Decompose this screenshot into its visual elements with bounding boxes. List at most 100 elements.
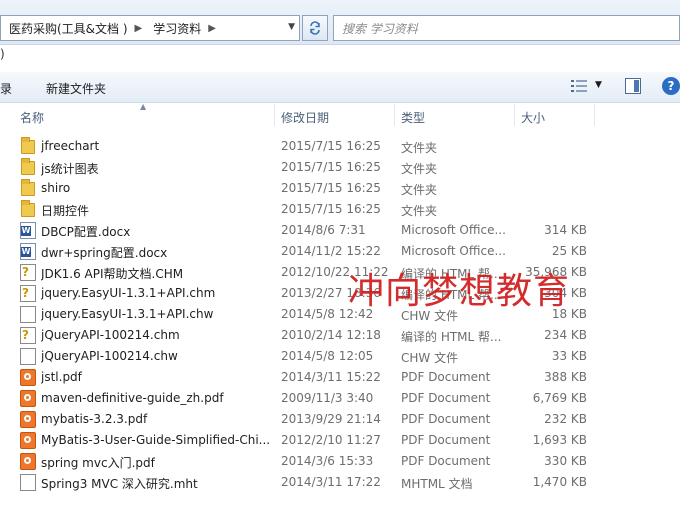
file-row[interactable]: MyBatis-3-User-Guide-Simplified-Chi... 20… xyxy=(0,430,600,451)
file-date: 2015/7/15 16:25 xyxy=(281,181,381,195)
file-date: 2015/7/15 16:25 xyxy=(281,202,381,216)
file-date: 2014/3/11 17:22 xyxy=(281,475,381,489)
blank-file-icon xyxy=(20,474,36,491)
file-name: dwr+spring配置.docx xyxy=(41,246,168,260)
file-row[interactable]: jQueryAPI-100214.chm 2010/2/14 12:18 编译的 H… xyxy=(0,325,600,346)
file-date: 2010/2/14 12:18 xyxy=(281,328,381,342)
sort-up-icon: ▲ xyxy=(140,102,147,111)
file-row[interactable]: mybatis-3.2.3.pdf 2013/9/29 21:14 PDF Docu… xyxy=(0,409,600,430)
refresh-button[interactable] xyxy=(302,15,328,41)
help-icon[interactable]: ? xyxy=(662,77,680,95)
file-row[interactable]: Spring3 MVC 深入研究.mht 2014/3/11 17:22 MHTML… xyxy=(0,472,600,493)
file-date: 2014/8/6 7:31 xyxy=(281,223,366,237)
file-date: 2014/5/8 12:05 xyxy=(281,349,374,363)
file-date: 2015/7/15 16:25 xyxy=(281,160,381,174)
address-bar[interactable]: 医药采购(工具&文档 ) ▶ 学习资料 ▶ ▼ xyxy=(0,15,300,41)
file-size: 25 KB xyxy=(551,244,587,258)
file-name: mybatis-3.2.3.pdf xyxy=(41,412,148,426)
file-row[interactable]: jQueryAPI-100214.chw 2014/5/8 12:05 CHW 文件… xyxy=(0,346,600,367)
file-row[interactable]: shiro 2015/7/15 16:25 文件夹 xyxy=(0,178,600,199)
pdf-icon xyxy=(20,411,36,428)
file-row[interactable]: DBCP配置.docx 2014/8/6 7:31 Microsoft Office… xyxy=(0,220,600,241)
column-size[interactable]: 大小 xyxy=(521,109,545,126)
column-divider[interactable] xyxy=(514,104,515,126)
column-divider[interactable] xyxy=(594,104,595,126)
chm-help-icon xyxy=(20,327,36,344)
folder-icon xyxy=(21,200,35,217)
column-date[interactable]: 修改日期 xyxy=(281,109,329,126)
file-type: 文件夹 xyxy=(401,204,438,218)
file-type: 文件夹 xyxy=(401,183,438,197)
folder-icon xyxy=(21,137,35,154)
file-size: 1,693 KB xyxy=(532,433,587,447)
file-name: jfreechart xyxy=(41,139,100,153)
file-type: MHTML 文档 xyxy=(401,477,473,491)
file-date: 2013/9/29 21:14 xyxy=(281,412,381,426)
file-name: jquery.EasyUI-1.3.1+API.chm xyxy=(41,286,216,300)
breadcrumb-separator-icon[interactable]: ▶ xyxy=(205,23,219,34)
file-type: Microsoft Office... xyxy=(401,223,506,237)
view-options-icon[interactable] xyxy=(570,78,588,94)
file-name: jQueryAPI-100214.chw xyxy=(41,349,178,363)
address-dropdown-icon[interactable]: ▼ xyxy=(288,22,295,32)
column-headers: ▲ 名称 修改日期 类型 大小 xyxy=(0,102,680,128)
address-bar-row: 医药采购(工具&文档 ) ▶ 学习资料 ▶ ▼ 搜索 学习资料 xyxy=(0,0,680,45)
file-row[interactable]: 日期控件 2015/7/15 16:25 文件夹 xyxy=(0,199,600,220)
file-name: JDK1.6 API帮助文档.CHM xyxy=(41,267,184,281)
chm-help-icon xyxy=(20,264,36,281)
column-divider[interactable] xyxy=(394,104,395,126)
menu-fragment: ) xyxy=(0,47,5,61)
search-input[interactable]: 搜索 学习资料 xyxy=(333,15,680,41)
refresh-icon xyxy=(310,21,320,35)
file-row[interactable]: dwr+spring配置.docx 2014/11/2 15:22 Microsof… xyxy=(0,241,600,262)
column-name[interactable]: 名称 xyxy=(20,109,44,126)
file-size: 234 KB xyxy=(544,328,587,342)
column-type[interactable]: 类型 xyxy=(401,109,425,126)
file-type: 文件夹 xyxy=(401,141,438,155)
file-row[interactable]: spring mvc入门.pdf 2014/3/6 15:33 PDF Docume… xyxy=(0,451,600,472)
file-type: PDF Document xyxy=(401,433,491,447)
new-folder-button[interactable]: 新建文件夹 xyxy=(46,80,106,97)
word-doc-icon xyxy=(20,222,36,239)
file-row[interactable]: js统计图表 2015/7/15 16:25 文件夹 xyxy=(0,157,600,178)
file-name: jstl.pdf xyxy=(41,370,82,384)
file-size: 232 KB xyxy=(544,412,587,426)
file-name: spring mvc入门.pdf xyxy=(41,456,155,470)
pdf-icon xyxy=(20,390,36,407)
file-type: PDF Document xyxy=(401,412,491,426)
file-row[interactable]: maven-definitive-guide_zh.pdf 2009/11/3 3… xyxy=(0,388,600,409)
pdf-icon xyxy=(20,369,36,386)
chm-help-icon xyxy=(20,285,36,302)
file-date: 2009/11/3 3:40 xyxy=(281,391,374,405)
file-date: 2015/7/15 16:25 xyxy=(281,139,381,153)
file-name: maven-definitive-guide_zh.pdf xyxy=(41,391,224,405)
file-type: 编译的 HTML 帮... xyxy=(401,330,502,344)
file-name: MyBatis-3-User-Guide-Simplified-Chi... xyxy=(41,433,271,447)
breadcrumb-separator-icon[interactable]: ▶ xyxy=(132,23,146,34)
file-type: Microsoft Office... xyxy=(401,244,506,258)
file-size: 1,470 KB xyxy=(532,475,587,489)
command-toolbar: 组录 新建文件夹 ▼ ? xyxy=(0,72,680,103)
view-dropdown-icon[interactable]: ▼ xyxy=(595,80,602,90)
file-size: 330 KB xyxy=(544,454,587,468)
pdf-icon xyxy=(20,453,36,470)
file-name: 日期控件 xyxy=(41,204,90,218)
file-name: shiro xyxy=(41,181,71,195)
breadcrumb-current[interactable]: 学习资料 xyxy=(145,20,205,37)
file-type: CHW 文件 xyxy=(401,351,459,365)
preview-pane-icon[interactable] xyxy=(625,78,641,94)
organize-button[interactable]: 组录 xyxy=(0,80,12,97)
file-name: Spring3 MVC 深入研究.mht xyxy=(41,477,198,491)
file-size: 33 KB xyxy=(551,349,587,363)
file-size: 314 KB xyxy=(544,223,587,237)
file-type: PDF Document xyxy=(401,370,491,384)
file-date: 2014/11/2 15:22 xyxy=(281,244,381,258)
file-row[interactable]: jfreechart 2015/7/15 16:25 文件夹 xyxy=(0,136,600,157)
breadcrumb-parent[interactable]: 医药采购(工具&文档 ) xyxy=(1,20,132,37)
file-name: jQueryAPI-100214.chm xyxy=(41,328,180,342)
file-row[interactable]: jstl.pdf 2014/3/11 15:22 PDF Document 388 K… xyxy=(0,367,600,388)
file-type: PDF Document xyxy=(401,454,491,468)
file-name: DBCP配置.docx xyxy=(41,225,131,239)
column-divider[interactable] xyxy=(274,104,275,126)
pdf-icon xyxy=(20,432,36,449)
